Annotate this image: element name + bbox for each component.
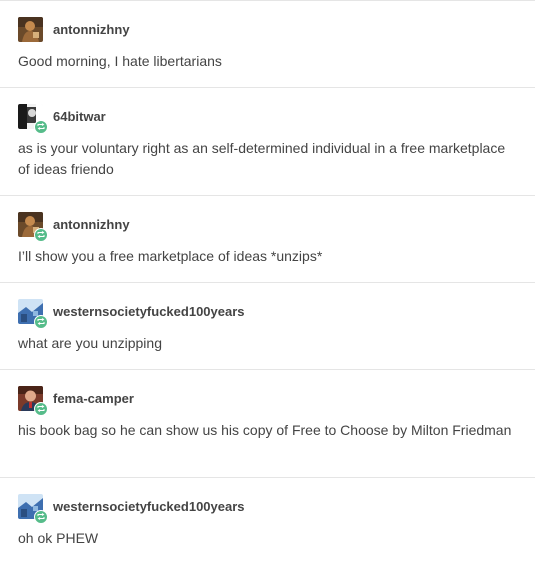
thread-post: westernsocietyfucked100years what are yo… <box>0 283 535 370</box>
post-header: westernsocietyfucked100years <box>18 298 517 329</box>
thread-post: fema-camper his book bag so he can show … <box>0 370 535 478</box>
post-text: oh ok PHEW <box>18 530 99 546</box>
brown-figure-avatar-icon <box>18 16 43 42</box>
reblog-thread: antonnizhny Good morning, I hate liberta… <box>0 0 535 566</box>
thread-post: antonnizhny I’ll show you a free marketp… <box>0 196 535 283</box>
thread-post: westernsocietyfucked100years oh ok PHEW <box>0 478 535 566</box>
post-header: westernsocietyfucked100years <box>18 493 517 524</box>
post-username[interactable]: fema-camper <box>53 391 134 406</box>
reblog-badge-icon <box>34 227 48 242</box>
avatar[interactable] <box>18 211 48 242</box>
post-text: what are you unzipping <box>18 335 162 351</box>
reblog-badge-icon <box>34 314 48 329</box>
avatar[interactable] <box>18 493 48 524</box>
post-username[interactable]: antonnizhny <box>53 217 130 232</box>
post-header: antonnizhny <box>18 211 517 242</box>
post-text: as is your voluntary right as an self-de… <box>18 140 506 177</box>
thread-post: 64bitwar as is your voluntary right as a… <box>0 88 535 196</box>
post-header: antonnizhny <box>18 16 517 42</box>
post-text: his book bag so he can show us his copy … <box>18 422 512 438</box>
post-header: 64bitwar <box>18 103 517 134</box>
avatar[interactable] <box>18 385 48 416</box>
post-text: I’ll show you a free marketplace of idea… <box>18 248 323 264</box>
post-header: fema-camper <box>18 385 517 416</box>
post-text: Good morning, I hate libertarians <box>18 53 222 69</box>
reblog-badge-icon <box>34 509 48 524</box>
post-username[interactable]: westernsocietyfucked100years <box>53 304 245 319</box>
post-username[interactable]: westernsocietyfucked100years <box>53 499 245 514</box>
reblog-badge-icon <box>34 119 48 134</box>
avatar[interactable] <box>18 103 48 134</box>
thread-post: antonnizhny Good morning, I hate liberta… <box>0 1 535 88</box>
post-username[interactable]: antonnizhny <box>53 22 130 37</box>
avatar[interactable] <box>18 298 48 329</box>
reblog-badge-icon <box>34 401 48 416</box>
post-username[interactable]: 64bitwar <box>53 109 106 124</box>
avatar[interactable] <box>18 16 43 42</box>
